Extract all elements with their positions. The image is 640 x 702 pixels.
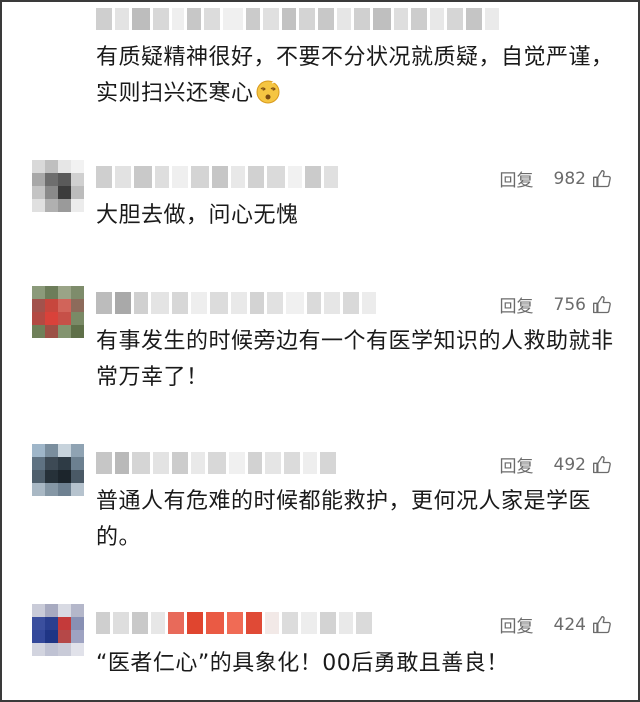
username-blurred[interactable] (96, 612, 372, 634)
avatar[interactable] (32, 444, 84, 496)
avatar[interactable] (32, 286, 84, 338)
thumbs-up-icon (593, 615, 611, 633)
avatar[interactable] (32, 160, 84, 212)
comment-meta: 回复 492 (500, 452, 612, 477)
like-button[interactable]: 424 (554, 615, 612, 635)
reply-button[interactable]: 回复 (500, 166, 534, 191)
like-button[interactable]: 756 (554, 295, 612, 315)
username-blurred[interactable] (96, 292, 376, 314)
comment-text: 有质疑精神很好，不要不分状况就质疑，自觉严谨，实则扫兴还寒心 (96, 45, 614, 106)
username-blurred[interactable] (96, 166, 338, 188)
username-blurred[interactable] (96, 452, 336, 474)
like-count: 756 (553, 294, 586, 315)
like-count: 982 (553, 168, 586, 189)
comment-text: “医者仁心”的具象化！00后勇敢且善良！ (96, 651, 509, 676)
reply-button[interactable]: 回复 (500, 452, 534, 477)
like-button[interactable]: 982 (554, 169, 612, 189)
username-blurred (96, 8, 499, 30)
like-count: 492 (553, 454, 586, 475)
comment-text: 普通人有危难的时候都能救护，更何况人家是学医的。 (96, 489, 592, 550)
thumbs-up-icon (593, 295, 611, 313)
comment-text: 大胆去做，问心无愧 (96, 203, 299, 228)
like-button[interactable]: 492 (554, 455, 612, 475)
comment-meta: 回复 982 (500, 166, 612, 191)
thumbs-up-icon (593, 455, 611, 473)
avatar[interactable] (32, 604, 84, 656)
like-count: 424 (553, 614, 586, 635)
face-with-spiral-eyes-icon (256, 80, 280, 104)
reply-button[interactable]: 回复 (500, 612, 534, 637)
thumbs-up-icon (593, 169, 611, 187)
comment-meta: 回复 756 (500, 292, 612, 317)
reply-button[interactable]: 回复 (500, 292, 534, 317)
comment-meta: 回复 424 (500, 612, 612, 637)
comment-text: 有事发生的时候旁边有一个有医学知识的人救助就非常万幸了！ (96, 329, 614, 390)
